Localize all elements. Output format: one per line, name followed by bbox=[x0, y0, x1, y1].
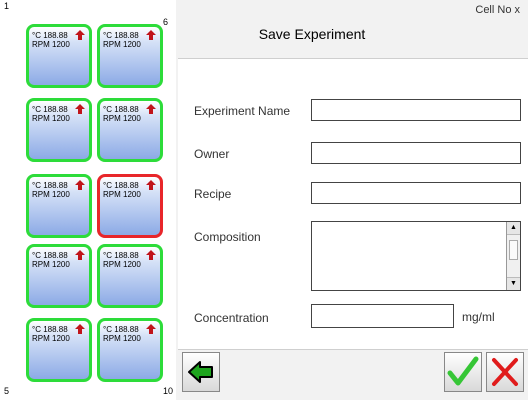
cell-tile-1[interactable]: °C 188.88 RPM 1200 bbox=[26, 24, 92, 88]
cell-tile-10[interactable]: °C 188.88 RPM 1200 bbox=[97, 318, 163, 382]
cell-temperature: °C 188.88 bbox=[32, 251, 68, 260]
cell-tile-4[interactable]: °C 188.88 RPM 1200 bbox=[26, 244, 92, 308]
cell-tile-7[interactable]: °C 188.88 RPM 1200 bbox=[97, 98, 163, 162]
corner-label-top-right: 6 bbox=[163, 17, 169, 27]
experiment-form: Experiment Name Owner Recipe Composition… bbox=[178, 58, 528, 350]
up-arrow-icon bbox=[75, 30, 85, 40]
cell-rpm: RPM 1200 bbox=[32, 114, 70, 123]
experiment-name-input[interactable] bbox=[311, 99, 521, 121]
cell-rpm: RPM 1200 bbox=[32, 260, 70, 269]
cell-temperature: °C 188.88 bbox=[103, 325, 139, 334]
close-icon bbox=[492, 358, 518, 386]
cell-temperature: °C 188.88 bbox=[32, 105, 68, 114]
cell-rpm: RPM 1200 bbox=[103, 334, 141, 343]
cell-rpm: RPM 1200 bbox=[103, 260, 141, 269]
up-arrow-icon bbox=[75, 180, 85, 190]
corner-label-bottom-left: 5 bbox=[4, 386, 10, 396]
corner-label-bottom-right: 10 bbox=[163, 386, 174, 396]
owner-input[interactable] bbox=[311, 142, 521, 164]
page-title: Save Experiment bbox=[258, 26, 366, 42]
up-arrow-icon bbox=[146, 250, 156, 260]
concentration-unit: mg/ml bbox=[462, 310, 495, 324]
cell-temperature: °C 188.88 bbox=[103, 181, 139, 190]
up-arrow-icon bbox=[146, 180, 156, 190]
up-arrow-icon bbox=[75, 104, 85, 114]
cell-rpm: RPM 1200 bbox=[32, 334, 70, 343]
cell-rpm: RPM 1200 bbox=[32, 190, 70, 199]
cell-temperature: °C 188.88 bbox=[103, 251, 139, 260]
cell-tile-5[interactable]: °C 188.88 RPM 1200 bbox=[26, 318, 92, 382]
experiment-name-label: Experiment Name bbox=[194, 104, 291, 118]
scroll-up-arrow-icon[interactable]: ▲ bbox=[507, 222, 520, 235]
scroll-down-arrow-icon[interactable]: ▼ bbox=[507, 277, 520, 290]
up-arrow-icon bbox=[146, 30, 156, 40]
composition-label: Composition bbox=[194, 230, 261, 244]
up-arrow-icon bbox=[75, 250, 85, 260]
cell-tile-8-alarm[interactable]: °C 188.88 RPM 1200 bbox=[97, 174, 163, 238]
cell-number-label: Cell No x bbox=[475, 4, 520, 16]
back-arrow-icon bbox=[188, 361, 213, 383]
back-button[interactable] bbox=[182, 352, 220, 392]
checkmark-icon bbox=[447, 356, 479, 386]
cell-temperature: °C 188.88 bbox=[32, 325, 68, 334]
up-arrow-icon bbox=[146, 324, 156, 334]
confirm-save-button[interactable] bbox=[444, 352, 482, 392]
cell-temperature: °C 188.88 bbox=[32, 181, 68, 190]
action-bar bbox=[176, 350, 528, 400]
cell-rpm: RPM 1200 bbox=[103, 114, 141, 123]
up-arrow-icon bbox=[75, 324, 85, 334]
cell-temperature: °C 188.88 bbox=[103, 105, 139, 114]
concentration-input[interactable] bbox=[311, 304, 454, 328]
recipe-input[interactable] bbox=[311, 182, 521, 204]
cell-rpm: RPM 1200 bbox=[103, 190, 141, 199]
cell-temperature: °C 188.88 bbox=[103, 31, 139, 40]
recipe-label: Recipe bbox=[194, 187, 232, 201]
cell-tile-9[interactable]: °C 188.88 RPM 1200 bbox=[97, 244, 163, 308]
cell-tile-2[interactable]: °C 188.88 RPM 1200 bbox=[26, 98, 92, 162]
cell-tile-6[interactable]: °C 188.88 RPM 1200 bbox=[97, 24, 163, 88]
concentration-label: Concentration bbox=[194, 311, 269, 325]
cell-tile-3[interactable]: °C 188.88 RPM 1200 bbox=[26, 174, 92, 238]
composition-textarea[interactable]: ▲ ▼ bbox=[311, 221, 521, 291]
cell-rpm: RPM 1200 bbox=[103, 40, 141, 49]
scroll-thumb[interactable] bbox=[509, 240, 518, 260]
cell-temperature: °C 188.88 bbox=[32, 31, 68, 40]
up-arrow-icon bbox=[146, 104, 156, 114]
composition-scrollbar[interactable]: ▲ ▼ bbox=[506, 222, 520, 290]
owner-label: Owner bbox=[194, 147, 230, 161]
cell-grid-panel: 1 6 5 10 °C 188.88 RPM 1200 °C 188.88 RP… bbox=[0, 0, 176, 400]
cell-rpm: RPM 1200 bbox=[32, 40, 70, 49]
save-experiment-panel: Cell No x Save Experiment Experiment Nam… bbox=[176, 0, 528, 400]
corner-label-top-left: 1 bbox=[4, 1, 10, 11]
cancel-button[interactable] bbox=[486, 352, 524, 392]
